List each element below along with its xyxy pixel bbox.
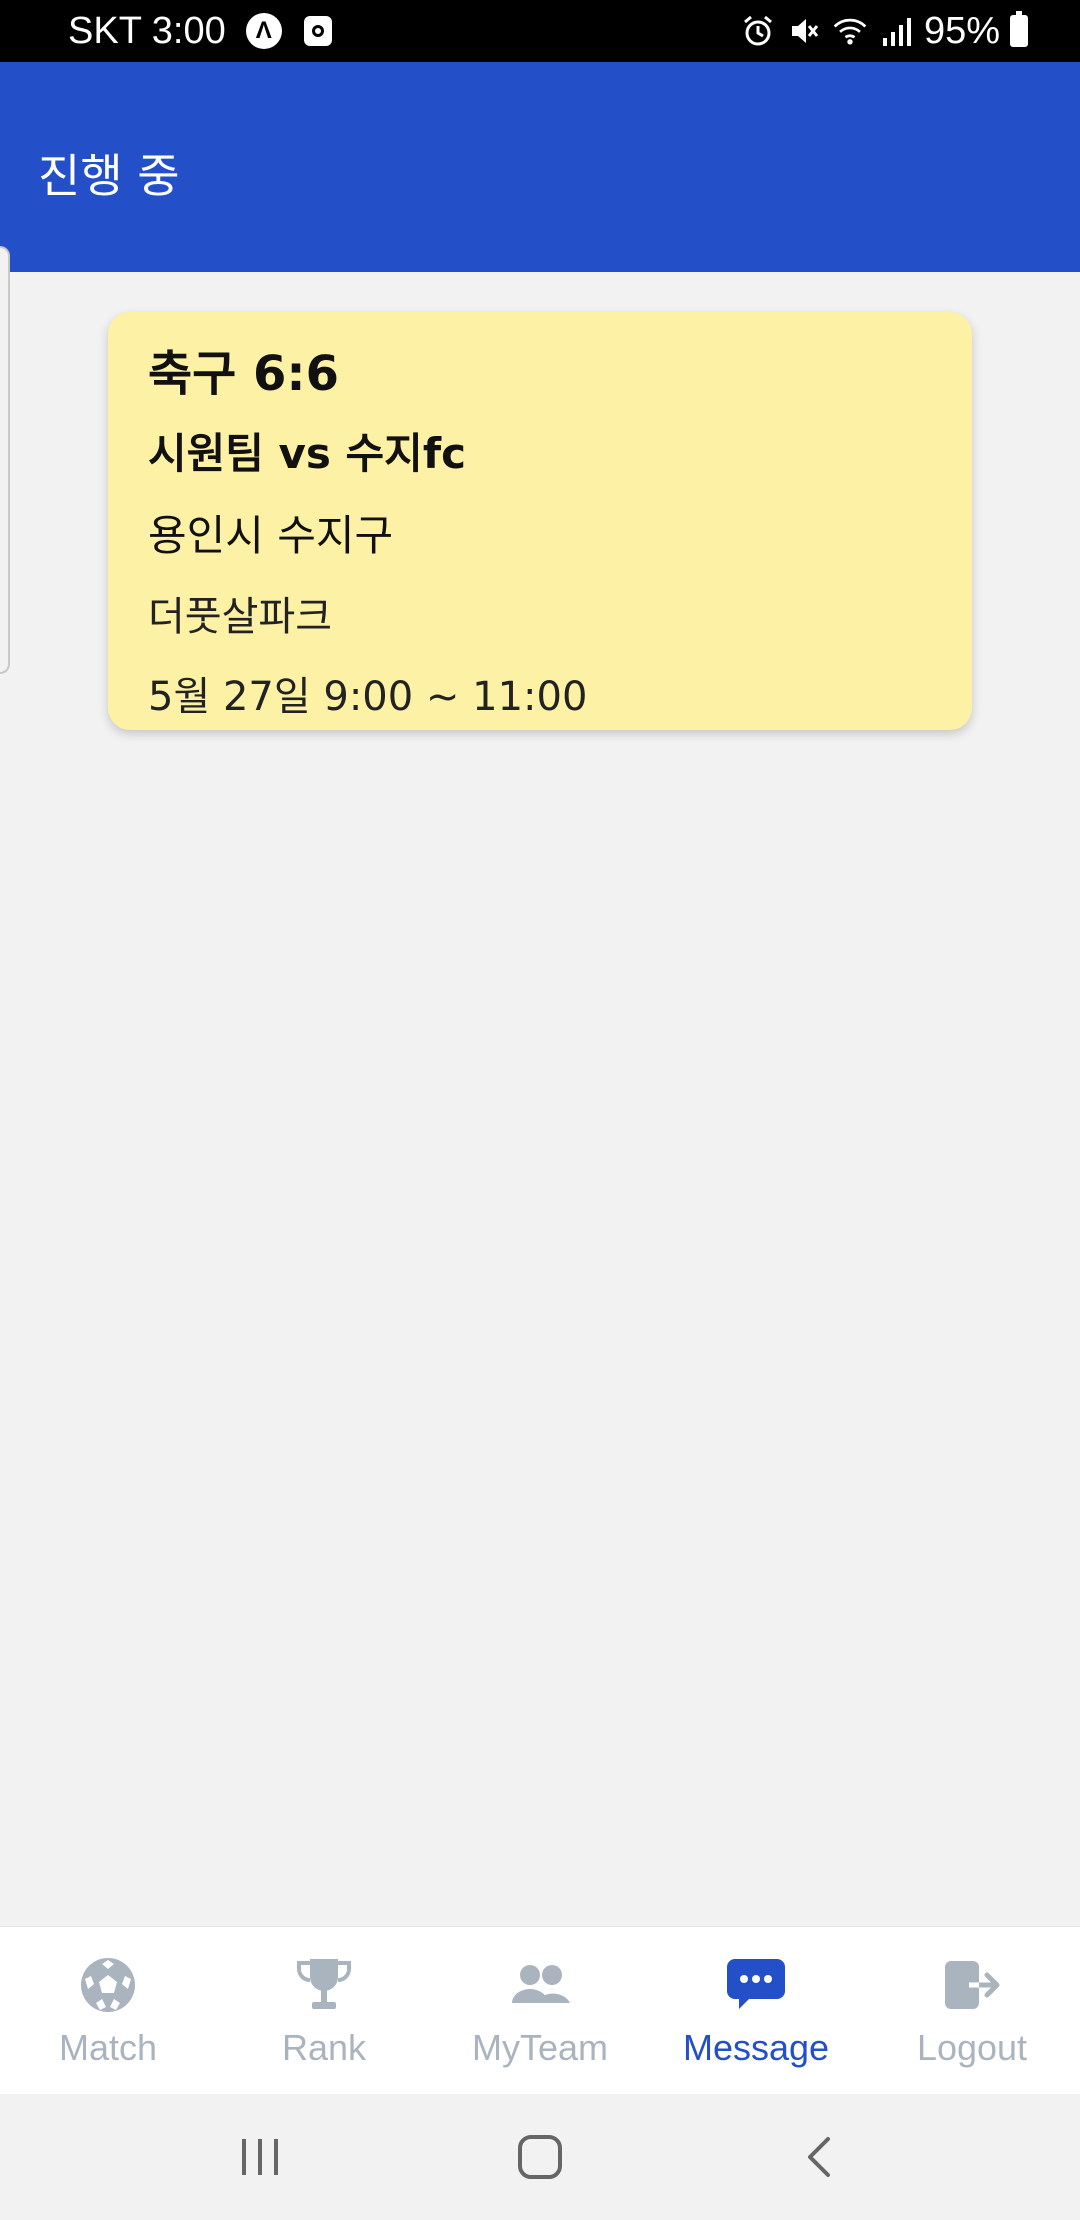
recent-apps-button[interactable] bbox=[220, 2117, 300, 2197]
nav-rank[interactable]: Rank bbox=[216, 1927, 432, 2095]
home-icon bbox=[518, 2135, 562, 2179]
mute-icon bbox=[786, 13, 822, 49]
nav-message[interactable]: Message bbox=[648, 1927, 864, 2095]
status-left: SKT 3:00 Λ bbox=[68, 0, 332, 62]
soccer-ball-icon bbox=[76, 1953, 140, 2017]
nav-match-label: Match bbox=[58, 2027, 158, 2068]
nav-myteam-label: MyTeam bbox=[471, 2027, 609, 2068]
status-bar: SKT 3:00 Λ 95% bbox=[0, 0, 1080, 62]
users-icon bbox=[508, 1953, 572, 2017]
trophy-icon bbox=[292, 1953, 356, 2017]
chat-bubble-icon bbox=[724, 1953, 788, 2017]
match-time: 5월 27일 9:00 ~ 11:00 bbox=[148, 674, 588, 720]
back-button[interactable] bbox=[780, 2117, 860, 2197]
battery-icon bbox=[1010, 11, 1028, 47]
nav-logout-label: Logout bbox=[916, 2027, 1028, 2068]
page-title: 진행 중 bbox=[38, 149, 180, 203]
nav-rank-label: Rank bbox=[281, 2027, 367, 2068]
battery-percent: 95% bbox=[923, 9, 1000, 52]
system-nav-bar bbox=[0, 2094, 1080, 2220]
alarm-icon bbox=[740, 13, 776, 49]
wifi-icon bbox=[832, 13, 868, 49]
signal-icon bbox=[878, 13, 914, 49]
match-sport: 축구 6:6 bbox=[148, 346, 340, 402]
recent-apps-icon bbox=[242, 2139, 278, 2175]
bottom-nav: Match Rank MyTeam Message Logout bbox=[0, 1926, 1080, 2095]
nav-myteam[interactable]: MyTeam bbox=[432, 1927, 648, 2095]
nav-logout[interactable]: Logout bbox=[864, 1927, 1080, 2095]
back-icon bbox=[808, 2137, 830, 2177]
match-teams: 시원팀 vs 수지fc bbox=[148, 429, 466, 478]
match-region: 용인시 수지구 bbox=[148, 511, 394, 560]
app-notification-icon: Λ bbox=[245, 13, 282, 49]
home-button[interactable] bbox=[500, 2117, 580, 2197]
match-venue: 더풋살파크 bbox=[148, 594, 332, 640]
app-header: 진행 중 bbox=[0, 62, 1080, 272]
nav-match[interactable]: Match bbox=[0, 1927, 216, 2095]
drawer-handle[interactable] bbox=[0, 246, 10, 674]
screen-record-icon bbox=[303, 16, 332, 46]
logout-icon bbox=[940, 1953, 1004, 2017]
match-card[interactable]: 축구 6:6 시원팀 vs 수지fc 용인시 수지구 더풋살파크 5월 27일 … bbox=[108, 312, 972, 730]
carrier-time: SKT 3:00 bbox=[68, 9, 226, 52]
nav-message-label: Message bbox=[682, 2027, 830, 2068]
status-right: 95% bbox=[740, 0, 1028, 62]
